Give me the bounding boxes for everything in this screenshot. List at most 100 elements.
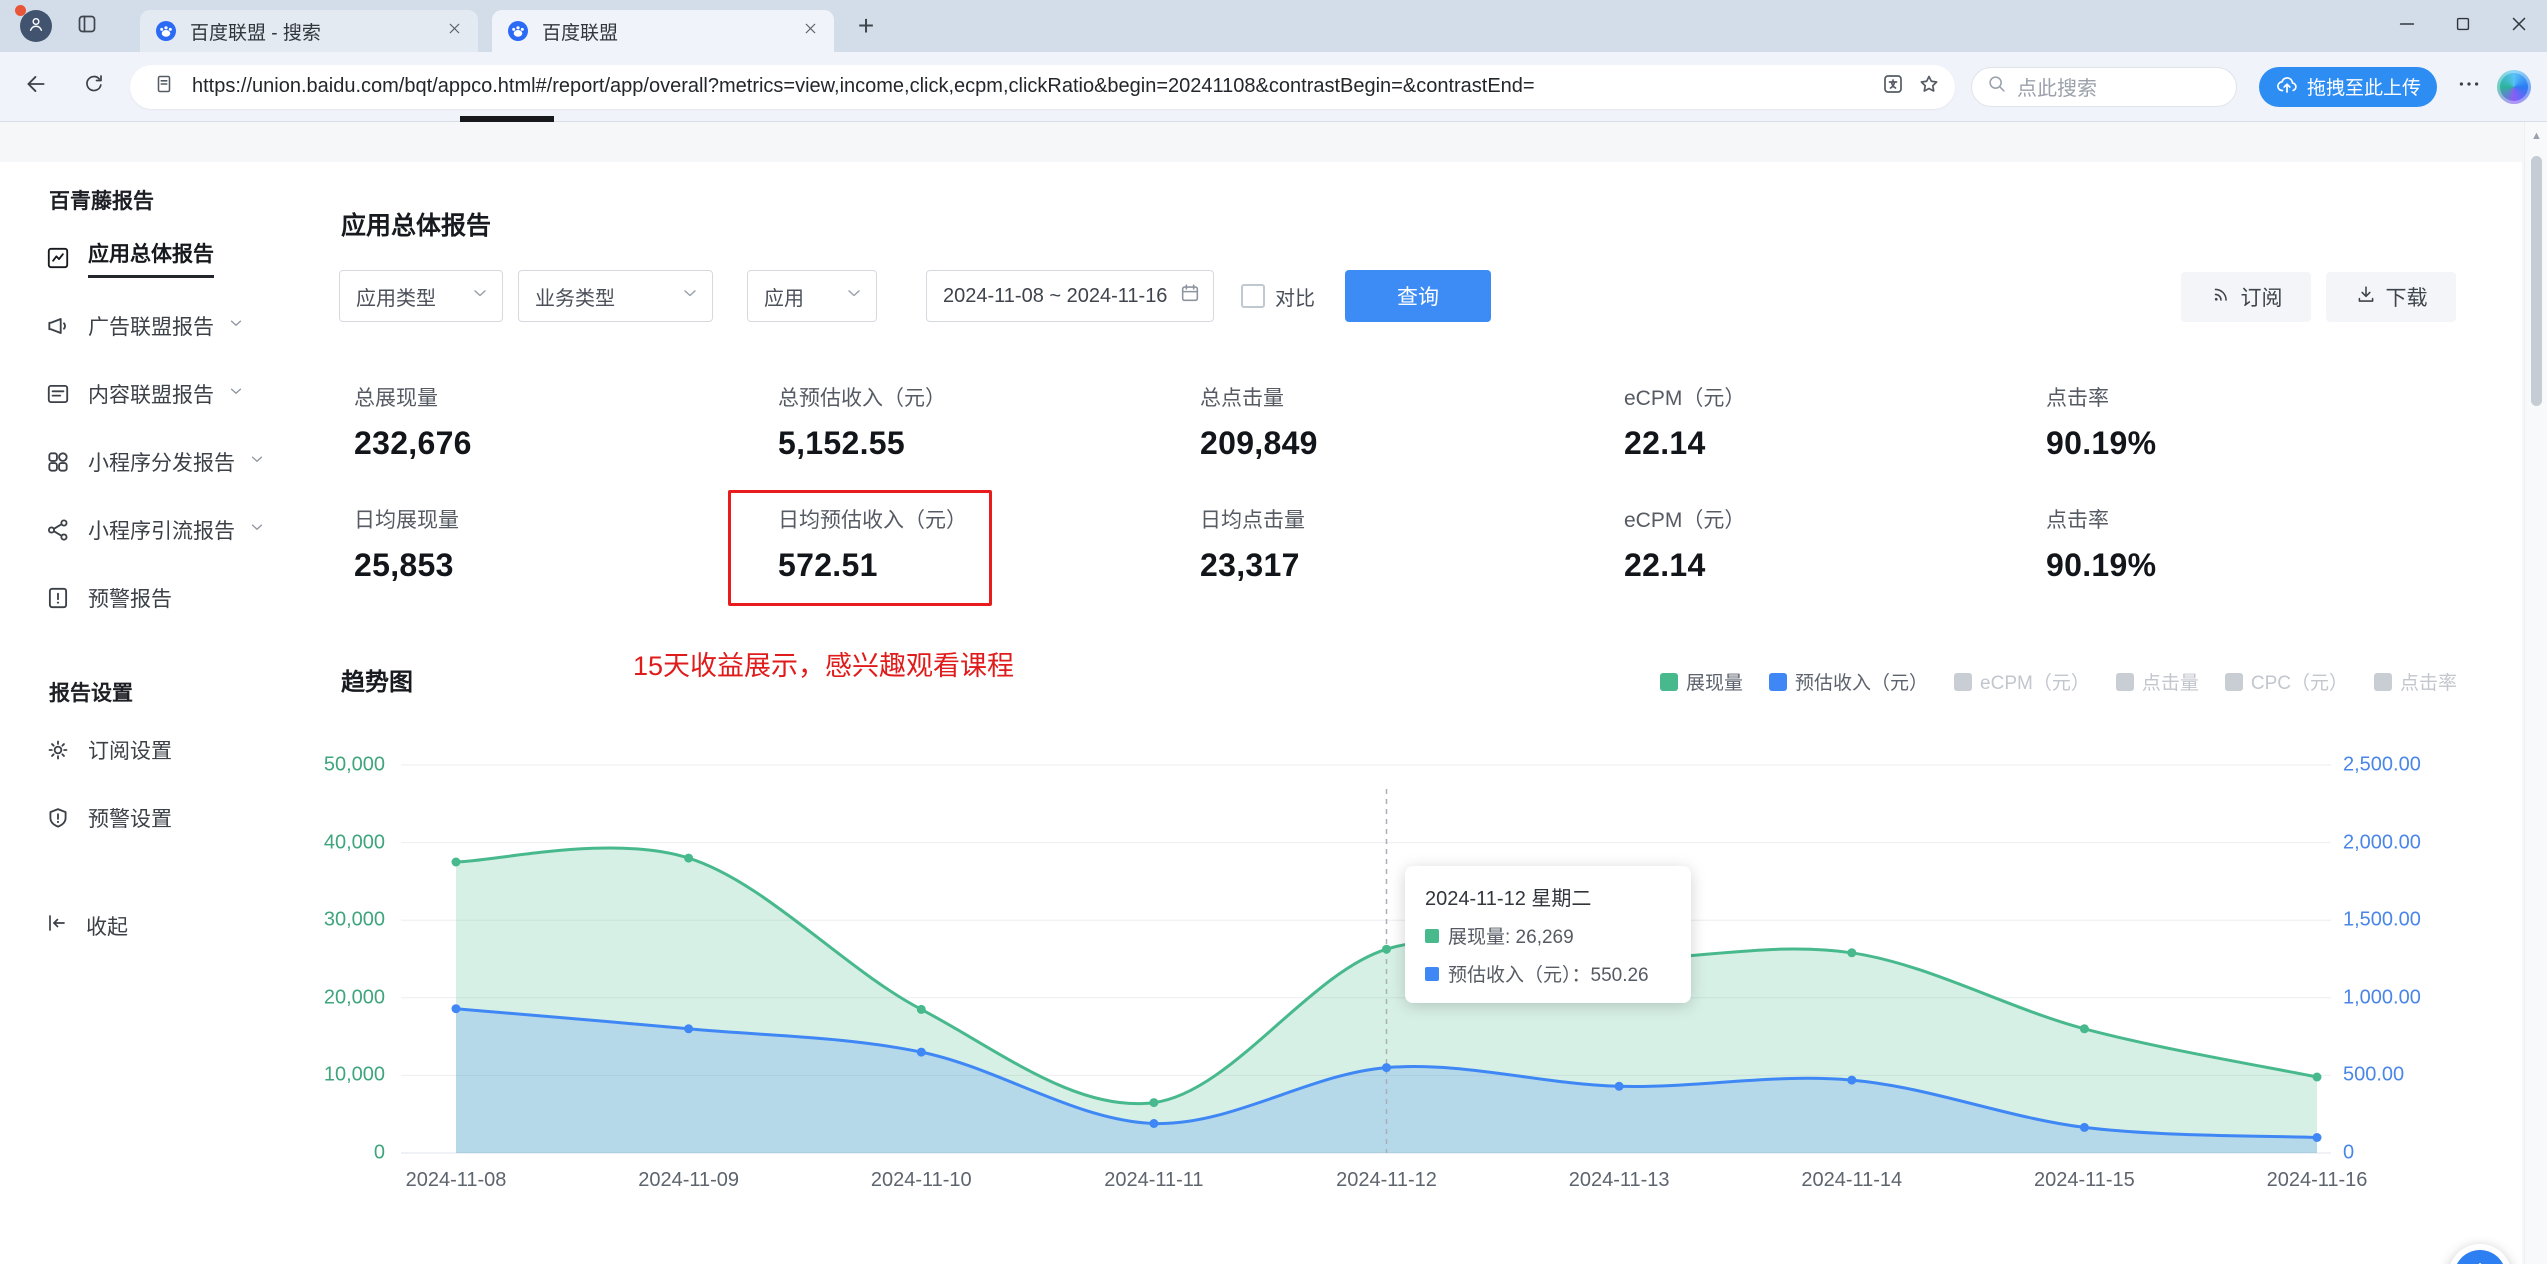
collapse-icon: [45, 911, 69, 941]
chevron-down-icon: [684, 290, 696, 297]
page-icon: [157, 75, 171, 93]
contrast-label: 对比: [1275, 287, 1315, 310]
sidebar-item-label: 广告联盟报告: [88, 316, 214, 339]
page-scrollbar[interactable]: ▲: [2524, 122, 2547, 1264]
sidebar-item-ad-union[interactable]: 广告联盟报告: [0, 292, 296, 360]
date-range-value: 2024-11-08 ~ 2024-11-16: [943, 284, 1168, 307]
stat-cell: eCPM（元） 22.14: [1624, 382, 2046, 462]
sidebar-item-alert-settings[interactable]: 预警设置: [0, 784, 296, 852]
main-content: 应用总体报告 应用类型 业务类型 应用 2024-11-08 ~ 2024-11…: [296, 162, 2522, 1264]
scrollbar-thumb[interactable]: [2531, 156, 2542, 406]
copilot-icon[interactable]: [2497, 69, 2531, 104]
url-field[interactable]: https://union.baidu.com/bqt/appco.html#/…: [130, 64, 1955, 109]
download-icon: [2355, 283, 2377, 311]
close-icon: [805, 23, 815, 34]
tab-close-icon[interactable]: [440, 17, 468, 45]
close-icon: [2512, 17, 2526, 30]
minimize-button[interactable]: [2379, 0, 2435, 52]
scrollbar-up-arrow[interactable]: ▲: [2531, 130, 2542, 142]
stat-cell: 点击率 90.19%: [2046, 382, 2346, 462]
app-select[interactable]: 应用: [747, 270, 877, 322]
legend-item[interactable]: eCPM（元）: [1954, 668, 2090, 695]
stat-value: 22.14: [1624, 547, 1706, 583]
search-placeholder: 点此搜索: [2016, 78, 2097, 100]
subscribe-icon: [2210, 283, 2232, 311]
translate-icon[interactable]: [1875, 69, 1911, 105]
upload-label: 拖拽至此上传: [2306, 78, 2421, 99]
quick-search-box[interactable]: 点此搜索: [1970, 66, 2237, 107]
tooltip-impressions-text: 展现量: 26,269: [1448, 927, 1574, 948]
x-axis-label: 2024-11-09: [638, 1169, 740, 1191]
y-axis-tick-left: 40,000: [323, 831, 385, 854]
contrast-checkbox[interactable]: [1241, 284, 1265, 308]
legend-swatch: [1660, 672, 1679, 691]
ad-union-icon: [48, 318, 66, 334]
person-icon: [29, 17, 43, 31]
sidebar-item-mini-program-referral[interactable]: 小程序引流报告: [0, 496, 296, 564]
legend-item[interactable]: 点击量: [2115, 668, 2199, 695]
y-axis-tick-right: 1,000.00: [2343, 986, 2421, 1009]
chevron-down-icon: [230, 388, 242, 394]
favorite-star-icon[interactable]: [1911, 69, 1947, 105]
browser-tab-search[interactable]: 百度联盟 - 搜索: [140, 10, 478, 52]
tooltip-row-income: 预估收入（元）：550.26: [1425, 960, 1671, 987]
download-button[interactable]: 下载: [2326, 272, 2456, 322]
back-icon[interactable]: [14, 65, 58, 109]
refresh-icon[interactable]: [72, 65, 116, 109]
date-range-picker[interactable]: 2024-11-08 ~ 2024-11-16: [926, 270, 1214, 322]
stat-label: eCPM（元）: [1624, 509, 1746, 532]
y-axis-tick-left: 30,000: [323, 908, 385, 931]
close-button[interactable]: [2491, 0, 2547, 52]
trend-chart-canvas[interactable]: [401, 764, 2331, 1154]
stat-label: 点击率: [2046, 509, 2109, 532]
tab-actions-button[interactable]: [70, 9, 104, 43]
back-icon: [27, 76, 45, 92]
stat-value: 90.19%: [2046, 425, 2157, 461]
trend-chart[interactable]: 2024-11-12 星期二 展现量: 26,269 预估收入（元）：550.2…: [324, 754, 2421, 1192]
x-axis-label: 2024-11-11: [1104, 1169, 1204, 1191]
url-text[interactable]: https://union.baidu.com/bqt/appco.html#/…: [192, 75, 1875, 98]
legend-item[interactable]: 展现量: [1660, 668, 1743, 695]
download-icon: [2358, 286, 2373, 302]
app-type-select[interactable]: 应用类型: [339, 270, 503, 322]
minimize-icon: [2399, 22, 2415, 25]
subscribe-button[interactable]: 订阅: [2181, 272, 2311, 322]
chevron-down-icon: [251, 524, 263, 530]
page-body: 百青藤报告 应用总体报告 广告联盟报告 内容联盟报告 小程序分发报告 小程序引流报告 预警…: [0, 122, 2547, 1264]
browser-profile-avatar[interactable]: [15, 5, 52, 42]
drag-upload-button[interactable]: 拖拽至此上传: [2258, 66, 2437, 107]
browser-menu-icon[interactable]: [2449, 67, 2489, 107]
maximize-button[interactable]: [2435, 0, 2491, 52]
legend-item[interactable]: 预估收入（元）: [1769, 668, 1928, 695]
sidebar-collapse-button[interactable]: 收起: [0, 892, 296, 960]
sidebar-item-subscribe-settings[interactable]: 订阅设置: [0, 716, 296, 784]
sidebar-item-content-union[interactable]: 内容联盟报告: [0, 360, 296, 428]
subscribe-label: 订阅: [2240, 287, 2283, 310]
legend-item[interactable]: 点击率: [2373, 668, 2457, 695]
stats-row-total: 总展现量 232,676 总预估收入（元） 5,152.55 总点击量 209,849 eC…: [354, 382, 2346, 462]
site-info-icon[interactable]: [146, 69, 182, 105]
sidebar-item-label: 预警报告: [88, 588, 172, 611]
close-icon: [449, 23, 459, 34]
maximize-icon: [2456, 17, 2470, 30]
tab-title: 百度联盟 - 搜索: [190, 22, 321, 44]
tooltip-row-impressions: 展现量: 26,269: [1425, 922, 1671, 949]
tab-close-icon[interactable]: [796, 17, 824, 45]
stat-label: eCPM（元）: [1624, 387, 1746, 410]
robot-icon: [2478, 1262, 2482, 1264]
browser-tab-active[interactable]: 百度联盟: [492, 10, 834, 52]
y-axis-tick-right: 500.00: [2343, 1063, 2405, 1086]
biz-type-select[interactable]: 业务类型: [518, 270, 713, 322]
legend-item[interactable]: CPC（元）: [2224, 668, 2348, 695]
sidebar-item-alert-report[interactable]: 预警报告: [0, 564, 296, 632]
stat-cell: 总展现量 232,676: [354, 382, 778, 462]
legend-swatch: [1954, 672, 1973, 691]
sidebar-item-mini-program-distribution[interactable]: 小程序分发报告: [0, 428, 296, 496]
query-button[interactable]: 查询: [1345, 270, 1491, 322]
chart-legend: 展现量 预估收入（元） eCPM（元） 点击量 CPC（元） 点击率: [1660, 668, 2457, 695]
subscribe-settings-icon: [48, 740, 68, 760]
search-icon: [1986, 73, 2008, 101]
new-tab-button[interactable]: +: [848, 8, 884, 44]
app-type-value: 应用类型: [356, 287, 436, 310]
sidebar-item-overview-report[interactable]: 应用总体报告: [0, 224, 296, 292]
